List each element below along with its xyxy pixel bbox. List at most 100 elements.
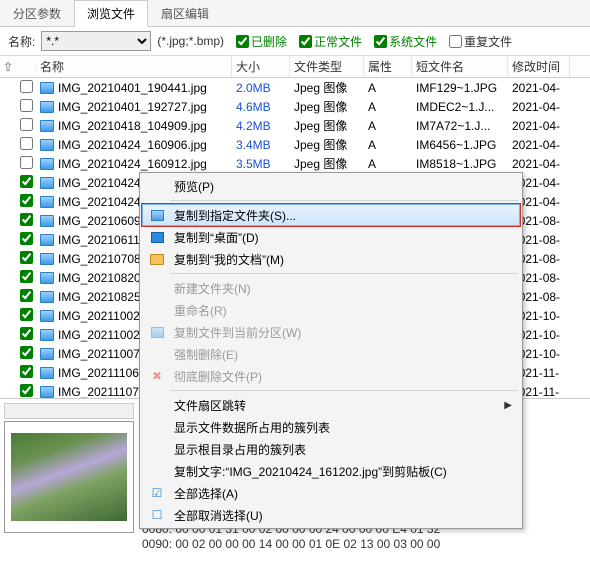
folder-icon [150, 254, 164, 265]
tab-sector-edit[interactable]: 扇区编辑 [148, 0, 222, 26]
file-name: IMG_20210401_192727.jpg [58, 100, 207, 114]
menu-sector-jump[interactable]: 文件扇区跳转▶ [142, 394, 520, 416]
filter-bar: 名称: *.* (*.jpg;*.bmp) 已删除 正常文件 系统文件 重复文件 [0, 27, 590, 56]
file-attr: A [364, 100, 412, 114]
tab-partition[interactable]: 分区参数 [0, 0, 74, 26]
file-name: IMG_20210609_ [58, 214, 147, 228]
file-mtime: 2021-04- [508, 157, 570, 171]
context-menu: 预览(P) 复制到指定文件夹(S)... 复制到“桌面”(D) 复制到“我的文档… [139, 172, 523, 529]
chk-normal-label: 正常文件 [314, 33, 362, 50]
col-short[interactable]: 短文件名 [412, 56, 508, 77]
file-icon [40, 253, 54, 265]
thumbnail-image [11, 433, 127, 521]
tabs-bar: 分区参数 浏览文件 扇区编辑 [0, 0, 590, 27]
file-icon [40, 310, 54, 322]
file-icon [40, 177, 54, 189]
file-icon [40, 386, 54, 398]
table-row[interactable]: IMG_20210401_192727.jpg4.6MBJpeg 图像AIMDE… [0, 97, 590, 116]
row-checkbox[interactable] [20, 308, 33, 321]
nav-up-icon[interactable]: ⇧ [0, 60, 16, 74]
row-checkbox[interactable] [20, 346, 33, 359]
row-checkbox[interactable] [20, 232, 33, 245]
col-type[interactable]: 文件类型 [290, 56, 364, 77]
file-type: Jpeg 图像 [290, 155, 364, 172]
file-name: IMG_20211106_ [58, 366, 146, 380]
chk-system-label: 系统文件 [389, 33, 437, 50]
file-size: 4.2MB [236, 119, 271, 133]
row-checkbox[interactable] [20, 365, 33, 378]
file-name: IMG_20210825_ [58, 290, 147, 304]
file-type: Jpeg 图像 [290, 117, 364, 134]
check-icon: ☑ [152, 486, 163, 500]
menu-rename[interactable]: 重命名(R) [142, 299, 520, 321]
col-mtime[interactable]: 修改时间 [508, 56, 570, 77]
menu-copy-text[interactable]: 复制文字:“IMG_20210424_161202.jpg”到剪贴板(C) [142, 460, 520, 482]
chk-dup[interactable] [449, 35, 462, 48]
file-size: 3.5MB [236, 157, 271, 171]
file-mtime: 2021-04- [508, 138, 570, 152]
row-checkbox[interactable] [20, 251, 33, 264]
menu-show-root-clusters[interactable]: 显示根目录占用的簇列表 [142, 438, 520, 460]
col-name[interactable]: 名称 [36, 56, 232, 77]
file-short: IMDEC2~1.J... [412, 100, 508, 114]
row-checkbox[interactable] [20, 175, 33, 188]
file-type: Jpeg 图像 [290, 98, 364, 115]
file-icon [40, 329, 54, 341]
row-checkbox[interactable] [20, 213, 33, 226]
menu-permanent-delete[interactable]: ✖彻底删除文件(P) [142, 365, 520, 387]
menu-copy-mydocs[interactable]: 复制到“我的文档”(M) [142, 248, 520, 270]
menu-preview[interactable]: 预览(P) [142, 175, 520, 197]
row-checkbox[interactable] [20, 118, 33, 131]
folder-copy-icon [151, 210, 164, 221]
file-icon [40, 196, 54, 208]
scrollbar-h[interactable] [4, 403, 134, 419]
chk-normal[interactable] [299, 35, 312, 48]
file-name: IMG_20211007_ [58, 347, 147, 361]
menu-separator [170, 390, 518, 391]
menu-select-all[interactable]: ☑全部选择(A) [142, 482, 520, 504]
table-header: ⇧ 名称 大小 文件类型 属性 短文件名 修改时间 [0, 56, 590, 78]
table-row[interactable]: IMG_20210418_104909.jpg4.2MBJpeg 图像AIM7A… [0, 116, 590, 135]
file-mtime: 2021-04- [508, 119, 570, 133]
table-row[interactable]: IMG_20210401_190441.jpg2.0MBJpeg 图像AIMF1… [0, 78, 590, 97]
file-icon [40, 291, 54, 303]
table-row[interactable]: IMG_20210424_160912.jpg3.5MBJpeg 图像AIM85… [0, 154, 590, 173]
menu-show-clusters[interactable]: 显示文件数据所占用的簇列表 [142, 416, 520, 438]
menu-copy-to-folder[interactable]: 复制到指定文件夹(S)... [142, 204, 520, 226]
table-row[interactable]: IMG_20210424_160906.jpg3.4MBJpeg 图像AIM64… [0, 135, 590, 154]
menu-separator [170, 273, 518, 274]
row-checkbox[interactable] [20, 137, 33, 150]
row-checkbox[interactable] [20, 289, 33, 302]
file-type: Jpeg 图像 [290, 136, 364, 153]
menu-copy-desktop[interactable]: 复制到“桌面”(D) [142, 226, 520, 248]
file-icon [40, 348, 54, 360]
file-type: Jpeg 图像 [290, 79, 364, 96]
tab-browse[interactable]: 浏览文件 [74, 0, 148, 27]
row-checkbox[interactable] [20, 327, 33, 340]
row-checkbox[interactable] [20, 99, 33, 112]
file-short: IM6456~1.JPG [412, 138, 508, 152]
menu-new-folder[interactable]: 新建文件夹(N) [142, 277, 520, 299]
menu-separator [170, 200, 518, 201]
file-icon [40, 367, 54, 379]
file-attr: A [364, 157, 412, 171]
menu-copy-to-partition[interactable]: 复制文件到当前分区(W) [142, 321, 520, 343]
menu-deselect-all[interactable]: ☐全部取消选择(U) [142, 504, 520, 526]
file-short: IM8518~1.JPG [412, 157, 508, 171]
row-checkbox[interactable] [20, 270, 33, 283]
file-short: IMF129~1.JPG [412, 81, 508, 95]
uncheck-icon: ☐ [152, 508, 163, 522]
file-short: IM7A72~1.J... [412, 119, 508, 133]
file-attr: A [364, 119, 412, 133]
file-size: 3.4MB [236, 138, 271, 152]
chk-system[interactable] [374, 35, 387, 48]
row-checkbox[interactable] [20, 156, 33, 169]
menu-force-delete[interactable]: 强制删除(E) [142, 343, 520, 365]
row-checkbox[interactable] [20, 194, 33, 207]
col-attr[interactable]: 属性 [364, 56, 412, 77]
col-size[interactable]: 大小 [232, 56, 290, 77]
row-checkbox[interactable] [20, 384, 33, 397]
row-checkbox[interactable] [20, 80, 33, 93]
name-pattern-select[interactable]: *.* [41, 31, 151, 51]
chk-deleted[interactable] [236, 35, 249, 48]
